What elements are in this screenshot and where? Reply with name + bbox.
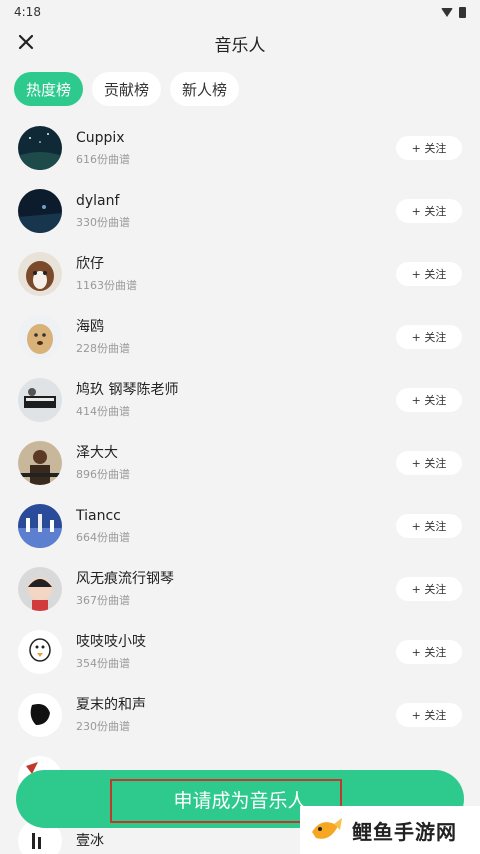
status-icons xyxy=(441,6,466,18)
list-item[interactable]: 海鸥 228份曲谱 + 关注 xyxy=(0,305,480,368)
follow-button[interactable]: + 关注 xyxy=(396,640,462,664)
avatar xyxy=(18,188,62,233)
avatar xyxy=(18,503,62,548)
watermark: 鲤鱼手游网 xyxy=(300,806,480,854)
tab-contribution[interactable]: 贡献榜 xyxy=(92,72,162,106)
carp-logo-icon xyxy=(312,818,342,839)
list-item[interactable]: Cuppix 616份曲谱 + 关注 xyxy=(0,116,480,179)
list-item[interactable]: Tiancc 664份曲谱 + 关注 xyxy=(0,494,480,557)
list-item[interactable]: 泽大大 896份曲谱 + 关注 xyxy=(0,431,480,494)
status-bar: 4:18 xyxy=(0,0,480,24)
list-item[interactable]: 鸠玖 钢琴陈老师 414份曲谱 + 关注 xyxy=(0,368,480,431)
ranking-tabs: 热度榜 贡献榜 新人榜 xyxy=(14,72,240,106)
status-time: 4:18 xyxy=(14,5,41,19)
watermark-text: 鲤鱼手游网 xyxy=(352,819,457,844)
follow-button[interactable]: + 关注 xyxy=(396,388,462,412)
avatar xyxy=(18,692,62,737)
follow-button[interactable]: + 关注 xyxy=(396,451,462,475)
tab-hot[interactable]: 热度榜 xyxy=(14,72,84,106)
avatar xyxy=(18,377,62,422)
follow-button[interactable]: + 关注 xyxy=(396,136,462,160)
list-item[interactable]: 夏末的和声 230份曲谱 + 关注 xyxy=(0,683,480,746)
list-item[interactable]: 吱吱吱小吱 354份曲谱 + 关注 xyxy=(0,620,480,683)
list-item[interactable]: 风无痕流行钢琴 367份曲谱 + 关注 xyxy=(0,557,480,620)
follow-button[interactable]: + 关注 xyxy=(396,199,462,223)
battery-icon xyxy=(459,6,466,18)
tab-newcomer[interactable]: 新人榜 xyxy=(170,72,240,106)
musician-list: Cuppix 616份曲谱 + 关注 dylanf 330份曲谱 + 关注 欣仔… xyxy=(0,116,480,854)
page-title: 音乐人 xyxy=(214,35,266,56)
follow-button[interactable]: + 关注 xyxy=(396,577,462,601)
close-icon xyxy=(18,34,34,50)
close-button[interactable] xyxy=(14,30,38,54)
avatar xyxy=(18,251,62,296)
avatar xyxy=(18,629,62,674)
follow-button[interactable]: + 关注 xyxy=(396,262,462,286)
header: 音乐人 xyxy=(0,24,480,62)
follow-button[interactable]: + 关注 xyxy=(396,325,462,349)
follow-button[interactable]: + 关注 xyxy=(396,514,462,538)
wifi-icon xyxy=(441,7,453,17)
avatar xyxy=(18,314,62,359)
avatar xyxy=(18,440,62,485)
list-item[interactable]: 欣仔 1163份曲谱 + 关注 xyxy=(0,242,480,305)
follow-button[interactable]: + 关注 xyxy=(396,703,462,727)
list-item[interactable]: dylanf 330份曲谱 + 关注 xyxy=(0,179,480,242)
avatar xyxy=(18,566,62,611)
avatar xyxy=(18,125,62,170)
